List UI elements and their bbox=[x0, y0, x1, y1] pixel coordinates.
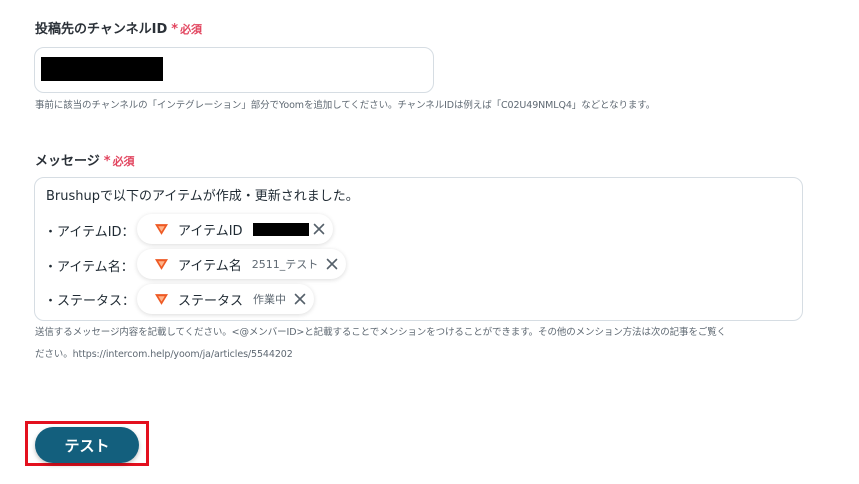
message-hint-line1: 送信するメッセージ内容を記載してください。<@メンバーID>と記載することでメン… bbox=[35, 327, 727, 338]
variable-tag-status[interactable]: ステータス 作業中 bbox=[137, 284, 315, 314]
message-row-prefix: ・ステータス： bbox=[44, 294, 136, 309]
test-button[interactable]: テスト bbox=[35, 427, 139, 463]
variable-tag-name: アイテムID bbox=[178, 223, 243, 239]
message-textarea[interactable]: Brushupで以下のアイテムが作成・更新されました。 ・アイテムID： アイテ… bbox=[34, 177, 803, 321]
close-icon[interactable] bbox=[313, 223, 325, 235]
variable-tag-name: ステータス bbox=[178, 293, 244, 309]
close-icon[interactable] bbox=[326, 258, 338, 270]
message-label-text: メッセージ bbox=[35, 154, 100, 169]
required-badge: * 必須 bbox=[103, 154, 135, 169]
close-icon[interactable] bbox=[294, 293, 306, 305]
brushup-logo-icon bbox=[155, 223, 168, 235]
message-label: メッセージ * 必須 bbox=[35, 150, 135, 169]
channel-id-label: 投稿先のチャンネルID * 必須 bbox=[35, 18, 202, 37]
redacted-item-id bbox=[252, 222, 309, 236]
message-intro: Brushupで以下のアイテムが作成・更新されました。 bbox=[46, 189, 359, 204]
message-row-prefix: ・アイテム名： bbox=[44, 260, 134, 275]
variable-tag-name: アイテム名 bbox=[178, 258, 242, 274]
variable-tag-item-name[interactable]: アイテム名 2511_テスト bbox=[137, 249, 347, 279]
required-badge: * 必須 bbox=[171, 22, 203, 37]
variable-tag-value: 2511_テスト bbox=[251, 258, 319, 271]
brushup-logo-icon bbox=[155, 258, 168, 270]
channel-id-hint: 事前に該当のチャンネルの「インテグレーション」部分でYoomを追加してください。… bbox=[35, 100, 656, 111]
variable-tag-value: 作業中 bbox=[253, 293, 287, 306]
variable-tag-item-id[interactable]: アイテムID bbox=[137, 214, 333, 244]
brushup-logo-icon bbox=[155, 293, 168, 305]
message-row-prefix: ・アイテムID： bbox=[44, 225, 135, 240]
redacted-channel-id bbox=[41, 57, 163, 81]
message-hint-line2: ださい。https://intercom.help/yoom/ja/articl… bbox=[35, 349, 293, 360]
channel-id-input[interactable] bbox=[34, 47, 434, 93]
channel-id-label-text: 投稿先のチャンネルID bbox=[35, 22, 168, 37]
